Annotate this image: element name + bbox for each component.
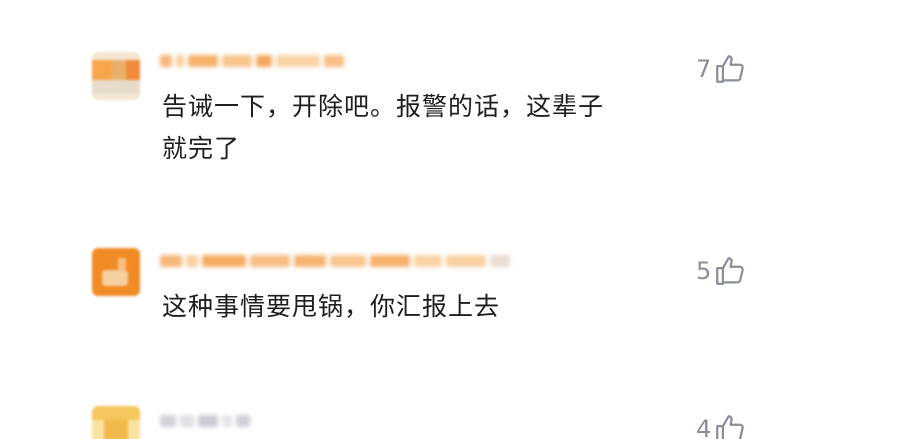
comment-text-line: 就完了 [162,134,241,163]
username-blurred[interactable] [160,248,510,274]
comment-item: 4 [0,390,908,439]
user-avatar[interactable] [92,52,140,100]
comment-text: 告诫一下，开除吧。报警的话，这辈子 就完了 [162,86,662,170]
comment-text: 这种事情要甩锅，你汇报上去 [162,286,662,328]
comment-item: 告诫一下，开除吧。报警的话，这辈子 就完了 7 [0,0,908,200]
thumbs-up-icon [713,254,747,288]
comment-text-line: 这种事情要甩锅，你汇报上去 [162,292,501,321]
thumbs-up-icon [713,412,747,439]
like-count: 5 [696,257,712,285]
like-button[interactable]: 5 [696,254,747,288]
like-button[interactable]: 4 [696,412,747,439]
username-blurred[interactable] [160,408,250,434]
user-avatar[interactable] [92,248,140,296]
like-count: 4 [696,415,712,439]
comment-text-line: 告诫一下，开除吧。报警的话，这辈子 [162,92,605,121]
comment-item: 这种事情要甩锅，你汇报上去 5 [0,200,908,390]
thumbs-up-icon [713,52,747,86]
comment-list: 告诫一下，开除吧。报警的话，这辈子 就完了 7 这种事情要甩锅，你汇报上去 5 … [0,0,908,439]
user-avatar[interactable] [92,406,140,439]
username-blurred[interactable] [160,48,344,74]
like-count: 7 [696,55,712,83]
like-button[interactable]: 7 [696,52,747,86]
